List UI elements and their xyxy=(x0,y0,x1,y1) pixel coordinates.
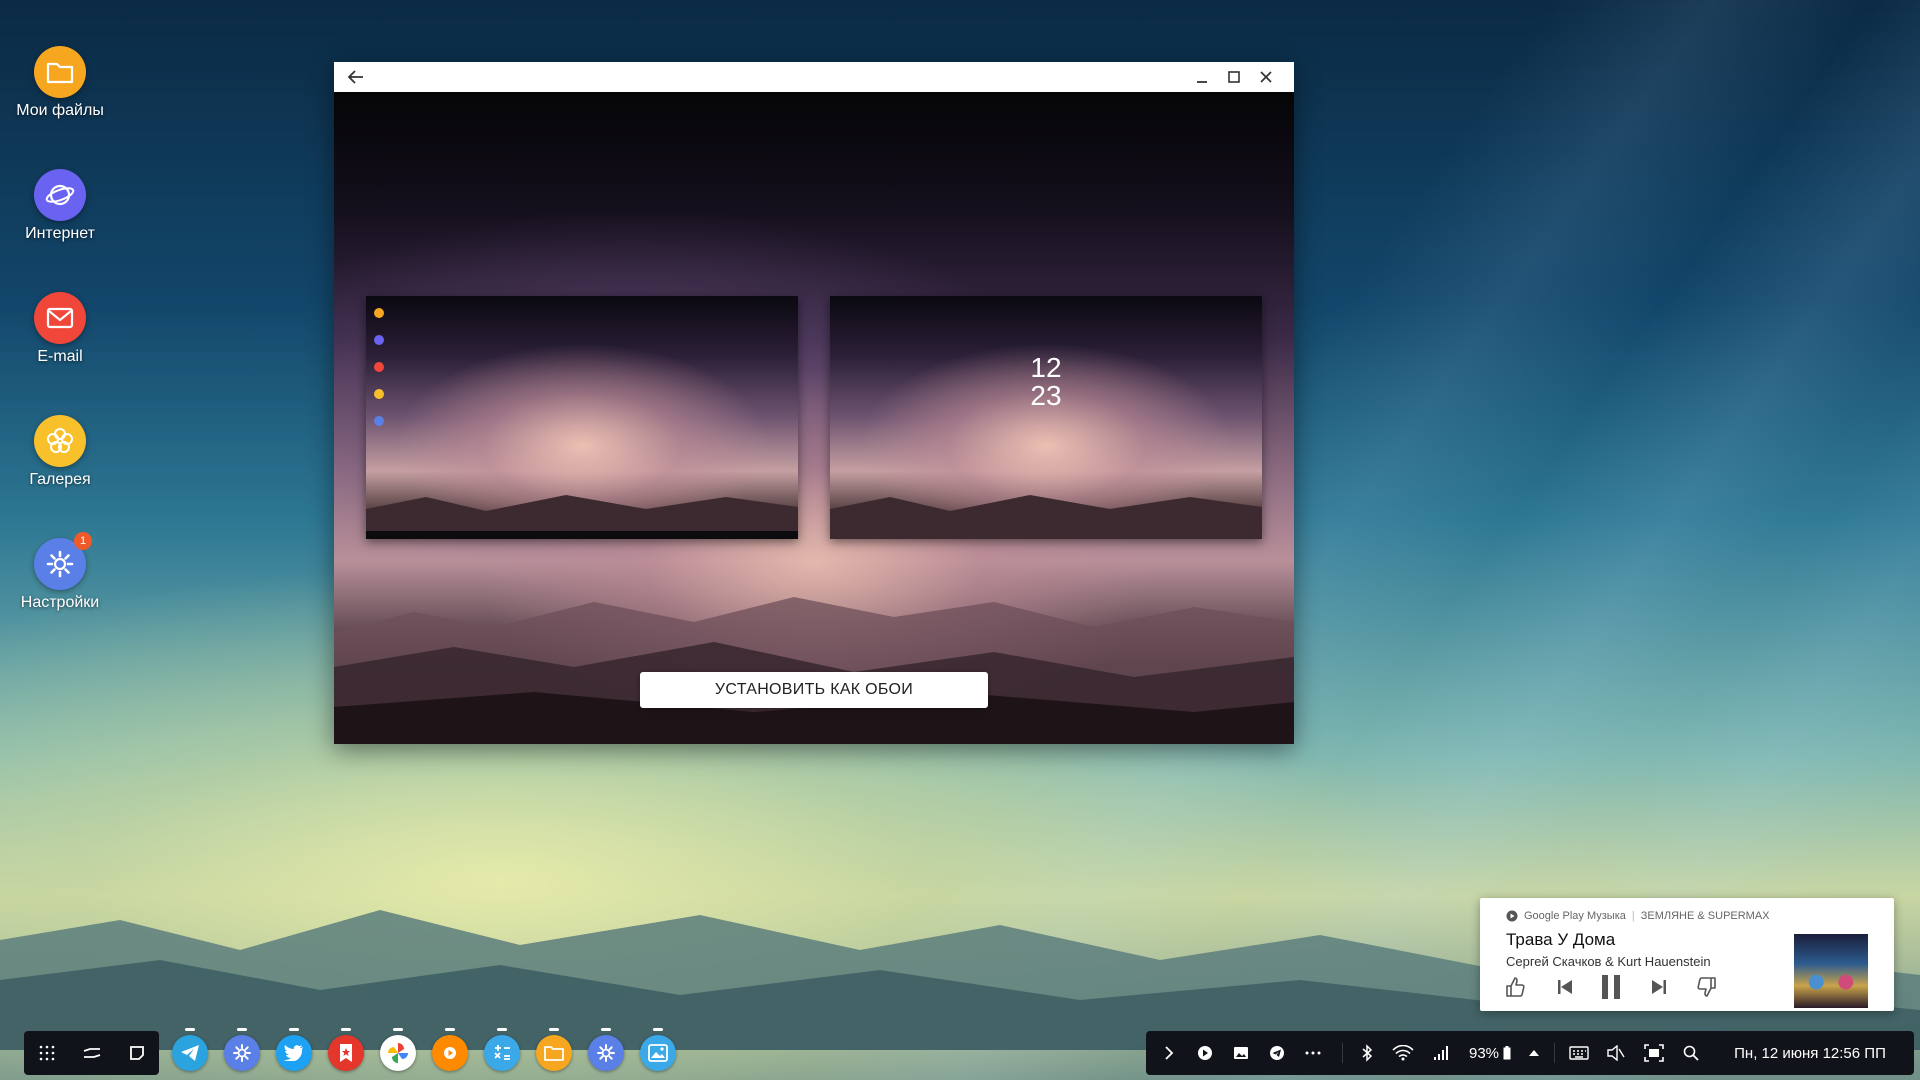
lock-clock-hours: 12 xyxy=(1030,352,1062,383)
telegram-notification-icon[interactable] xyxy=(1264,1031,1290,1075)
track-title: Трава У Дома xyxy=(1506,930,1616,949)
preview-mountains xyxy=(334,597,1294,744)
telegram-icon[interactable] xyxy=(172,1028,208,1071)
desktop-icon-gallery[interactable]: Галерея xyxy=(0,415,120,489)
system-tray: 93% Пн, 12 июня 12:56 ПП xyxy=(1146,1031,1914,1075)
gear-icon: 1 xyxy=(34,532,92,590)
desktop-icon-label: E-mail xyxy=(37,348,83,365)
music-album: ЗЕМЛЯНЕ & SUPERMAX xyxy=(1640,910,1770,922)
screen-capture-icon[interactable] xyxy=(1640,1031,1668,1075)
home-screen-preview[interactable] xyxy=(366,296,798,539)
taskbar-system-buttons xyxy=(24,1031,159,1075)
window-titlebar[interactable] xyxy=(334,62,1294,93)
settings-icon[interactable] xyxy=(224,1028,260,1071)
mini-gear-icon xyxy=(374,416,384,426)
recent-apps-icon[interactable] xyxy=(75,1036,109,1070)
set-as-wallpaper-button[interactable]: УСТАНОВИТЬ КАК ОБОИ xyxy=(640,672,988,708)
twitter-icon[interactable] xyxy=(276,1028,312,1071)
folder-icon xyxy=(34,46,86,98)
desktop-icon-settings[interactable]: 1 Настройки xyxy=(0,532,120,612)
date-time-text: Пн, 12 июня 12:56 ПП xyxy=(1734,1044,1886,1062)
calculator-icon[interactable] xyxy=(484,1028,520,1071)
header-separator: | xyxy=(1631,910,1635,922)
date-time-display[interactable]: Пн, 12 июня 12:56 ПП xyxy=(1714,1031,1906,1075)
desktop-icon-my-files[interactable]: Мои файлы xyxy=(0,46,120,120)
play-music-icon[interactable] xyxy=(432,1028,468,1071)
thumbs-down-icon[interactable] xyxy=(1692,972,1722,1002)
music-app-name: Google Play Музыка xyxy=(1524,910,1626,922)
photos-pinwheel-icon[interactable] xyxy=(380,1028,416,1071)
desktop-icon-label: Галерея xyxy=(29,471,91,488)
play-music-icon xyxy=(1506,910,1518,922)
tray-divider xyxy=(1342,1043,1343,1063)
desktop-icon-email[interactable]: E-mail xyxy=(0,292,120,366)
thumbs-up-icon[interactable] xyxy=(1500,972,1530,1002)
mini-mail-icon xyxy=(374,362,384,372)
desktop-icon-label: Интернет xyxy=(25,225,95,242)
apps-grid-icon[interactable] xyxy=(30,1036,64,1070)
flower-icon xyxy=(34,415,86,467)
wifi-icon[interactable] xyxy=(1388,1031,1418,1075)
mini-folder-icon xyxy=(374,308,384,318)
album-art xyxy=(1794,934,1868,1008)
preview-mountains xyxy=(830,495,1262,539)
mute-speaker-icon[interactable] xyxy=(1602,1031,1630,1075)
close-icon[interactable] xyxy=(1254,65,1278,89)
music-notification-icon[interactable] xyxy=(1192,1031,1218,1075)
gallery-icon[interactable] xyxy=(640,1028,676,1071)
bluetooth-icon[interactable] xyxy=(1354,1031,1380,1075)
track-artist: Сергей Скачков & Kurt Hauenstein xyxy=(1506,954,1711,969)
back-arrow-icon[interactable] xyxy=(344,65,368,89)
desktop-icon-label: Мои файлы xyxy=(16,102,104,119)
lock-screen-preview[interactable]: 12 23 xyxy=(830,296,1262,539)
notification-badge: 1 xyxy=(74,532,92,550)
mini-flower-icon xyxy=(374,389,384,399)
home-square-icon[interactable] xyxy=(120,1036,154,1070)
desktop-icon-label: Настройки xyxy=(20,594,100,611)
battery-percent: 93% xyxy=(1468,1044,1500,1062)
previous-track-icon[interactable] xyxy=(1550,972,1580,1002)
collapse-up-icon[interactable] xyxy=(1522,1031,1546,1075)
folder-icon[interactable] xyxy=(536,1028,572,1071)
search-icon[interactable] xyxy=(1678,1031,1704,1075)
wallpaper-preview-window: 12 23 УСТАНОВИТЬ КАК ОБОИ xyxy=(334,62,1294,744)
wallpaper-preview-area: 12 23 УСТАНОВИТЬ КАК ОБОИ xyxy=(334,92,1294,744)
maximize-icon[interactable] xyxy=(1222,65,1246,89)
lock-clock-minutes: 23 xyxy=(1030,380,1062,411)
next-track-icon[interactable] xyxy=(1644,972,1674,1002)
battery-icon xyxy=(1503,1046,1511,1060)
more-dots-icon[interactable] xyxy=(1300,1031,1326,1075)
image-notification-icon[interactable] xyxy=(1228,1031,1254,1075)
pause-icon[interactable] xyxy=(1596,972,1626,1002)
expand-chevron-icon[interactable] xyxy=(1156,1031,1182,1075)
bookmark-star-icon[interactable] xyxy=(328,1028,364,1071)
settings-icon[interactable] xyxy=(588,1028,624,1071)
mini-taskbar xyxy=(366,531,798,539)
desktop-icon-internet[interactable]: Интернет xyxy=(0,169,120,243)
music-header: Google Play Музыка | ЗЕМЛЯНЕ & SUPERMAX xyxy=(1506,910,1770,922)
mail-icon xyxy=(34,292,86,344)
battery-indicator[interactable]: 93% xyxy=(1464,1031,1516,1075)
taskbar-dock xyxy=(172,1028,676,1076)
signal-strength-icon[interactable] xyxy=(1428,1031,1454,1075)
minimize-icon[interactable] xyxy=(1190,65,1214,89)
tray-divider xyxy=(1554,1043,1555,1063)
mini-planet-icon xyxy=(374,335,384,345)
planet-icon xyxy=(34,169,86,221)
keyboard-icon[interactable] xyxy=(1564,1031,1594,1075)
music-notification[interactable]: Google Play Музыка | ЗЕМЛЯНЕ & SUPERMAX … xyxy=(1480,898,1894,1011)
